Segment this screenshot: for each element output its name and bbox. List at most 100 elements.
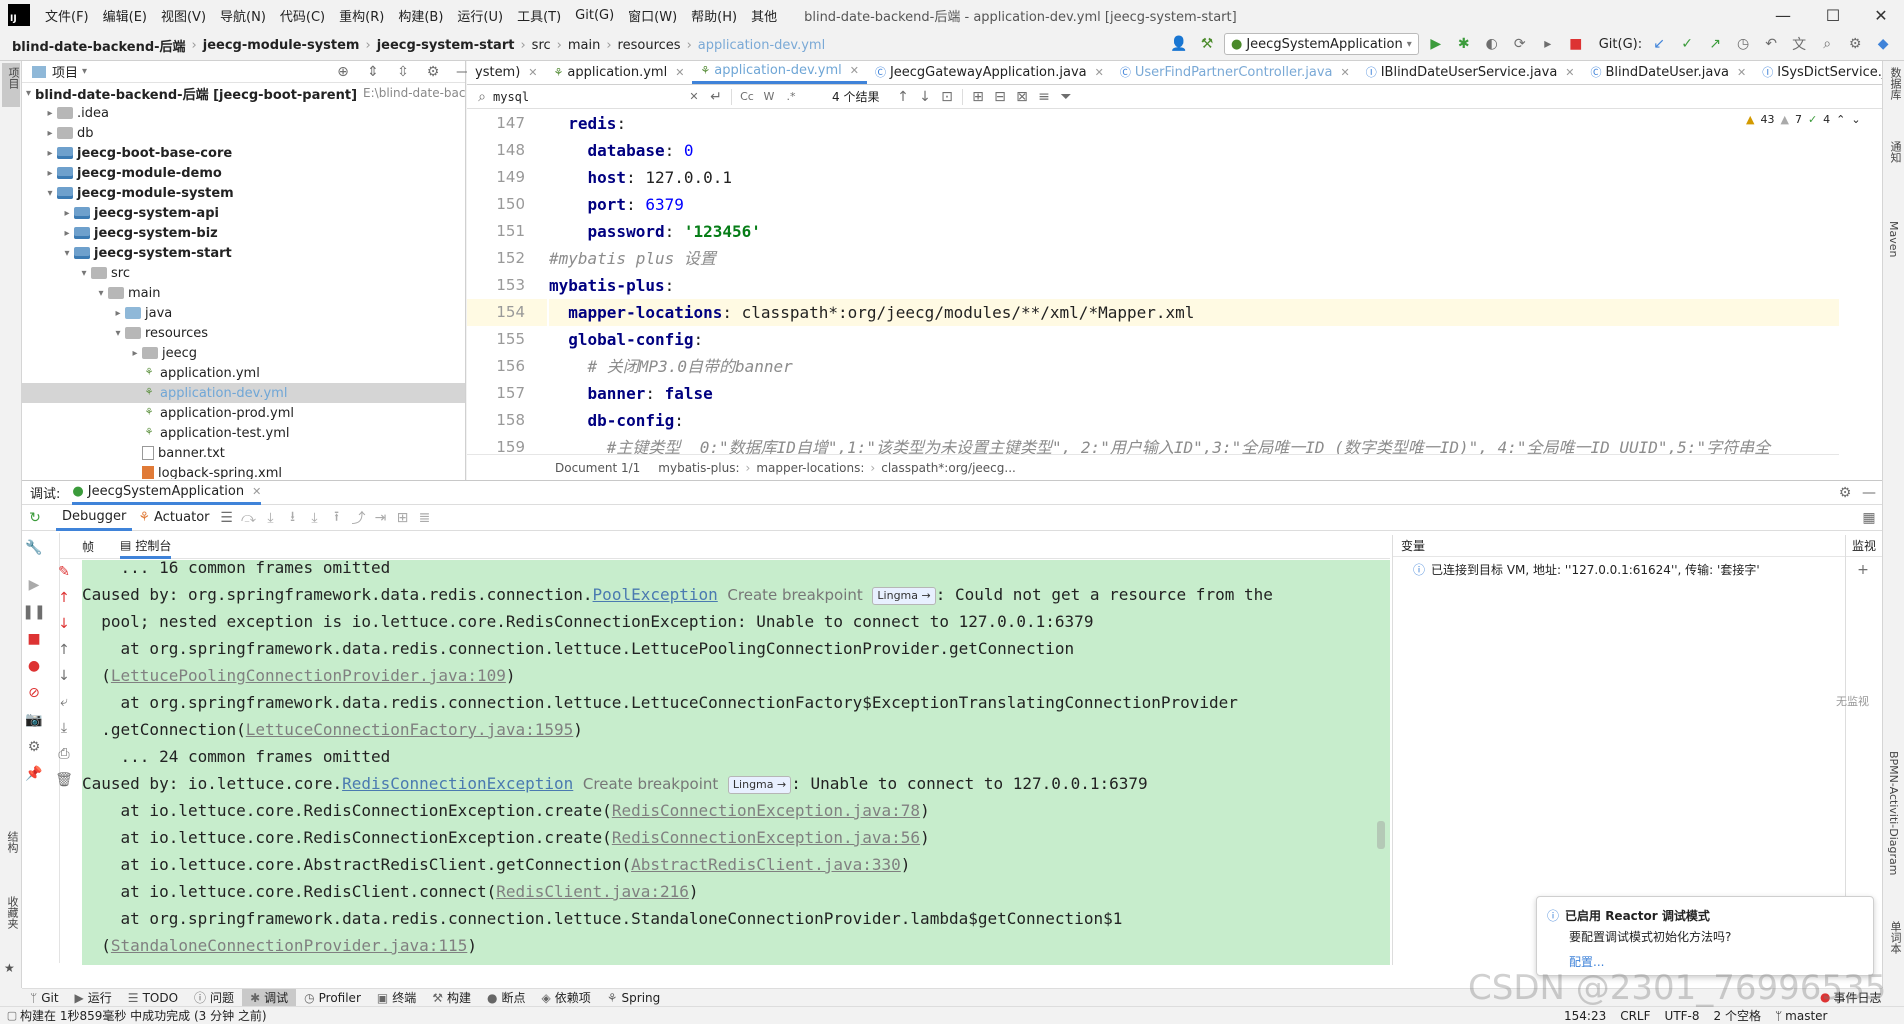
translate-icon[interactable]: 文	[1788, 33, 1810, 55]
collapse-all-icon[interactable]: ⇳	[392, 61, 414, 83]
bottom-tab[interactable]: ✱ 调试	[242, 989, 297, 1006]
wrench-icon[interactable]: 🔧	[23, 537, 45, 559]
editor-tab[interactable]: ystem) ✕	[467, 61, 546, 84]
stop-icon[interactable]: ■	[1565, 33, 1587, 55]
git-commit-icon[interactable]: ✓	[1676, 33, 1698, 55]
frames-tab[interactable]: 帧	[82, 538, 94, 555]
clear-search-icon[interactable]: ✕	[683, 86, 705, 108]
chevron-right-icon[interactable]: ▸	[43, 108, 57, 119]
tree-node[interactable]: ▾ jeecg-module-system	[22, 183, 465, 203]
bottom-tab[interactable]: ◈ 依赖项	[534, 989, 599, 1006]
line-separator[interactable]: CRLF	[1620, 1009, 1650, 1023]
console-scrollbar[interactable]	[1377, 821, 1385, 849]
word-tool-label[interactable]: 单词本	[1887, 921, 1903, 954]
editor-breadcrumb-item[interactable]: classpath*:org/jeecg...	[881, 461, 1016, 475]
settings-icon[interactable]: ⚙	[1844, 33, 1866, 55]
chevron-right-icon[interactable]: ▸	[43, 168, 57, 179]
options-gear-icon[interactable]: ⚙	[422, 61, 444, 83]
toggle-occurrences-icon[interactable]: ⊠	[1011, 86, 1033, 108]
stack-trace-link[interactable]: LettuceConnectionFactory.java:1595	[246, 720, 574, 739]
chevron-down-icon[interactable]: ▾	[82, 66, 87, 77]
down-icon[interactable]: ↓	[53, 665, 75, 687]
tree-node[interactable]: ⚘ application.yml	[22, 363, 465, 383]
chevron-down-icon[interactable]: ▾	[111, 328, 125, 339]
tree-node[interactable]: ▸ jeecg-boot-base-core	[22, 143, 465, 163]
bottom-tab[interactable]: ▣ 终端	[369, 989, 424, 1006]
menu-item[interactable]: 视图(V)	[154, 6, 213, 25]
settings-gear-icon[interactable]: ⚙	[1834, 482, 1856, 504]
editor-breadcrumb-item[interactable]: mybatis-plus:	[658, 461, 739, 475]
menu-item[interactable]: 构建(B)	[391, 6, 450, 25]
tree-node[interactable]: ▸ .idea	[22, 103, 465, 123]
locate-file-icon[interactable]: ⊕	[332, 61, 354, 83]
chevron-down-icon[interactable]: ▾	[43, 188, 57, 199]
stack-trace-link[interactable]: AbstractRedisClient.java:330	[631, 855, 901, 874]
menu-item[interactable]: 运行(U)	[450, 6, 510, 25]
scroll-to-end-icon[interactable]: ⤓	[53, 717, 75, 739]
menu-item[interactable]: 重构(R)	[332, 6, 391, 25]
menu-item[interactable]: 帮助(H)	[684, 6, 744, 25]
up-icon[interactable]: ↑	[53, 639, 75, 661]
bottom-tab[interactable]: ⚒ 构建	[424, 989, 479, 1006]
print-icon[interactable]: ⎙	[53, 743, 75, 765]
inspection-widget[interactable]: ▲ 43 ▲ 7 ✓ 4 ⌃ ⌄	[1742, 113, 1865, 126]
bottom-tab[interactable]: ◷ Profiler	[296, 991, 369, 1005]
menu-item[interactable]: 编辑(E)	[96, 6, 154, 25]
tree-node[interactable]: ▸ jeecg-module-demo	[22, 163, 465, 183]
chevron-down-icon[interactable]: ⌄	[1851, 113, 1860, 126]
notifications-tool-label[interactable]: 通知	[1887, 141, 1903, 163]
chevron-right-icon[interactable]: ▸	[128, 348, 142, 359]
tree-node[interactable]: ▸ java	[22, 303, 465, 323]
stack-trace-link[interactable]: PoolException	[593, 585, 718, 604]
close-tab-icon[interactable]: ✕	[1095, 66, 1104, 79]
editor-tab[interactable]: ⚘ application.yml ✕	[546, 61, 693, 84]
whole-word-icon[interactable]: W	[758, 86, 780, 108]
resume-icon[interactable]: ▶	[23, 574, 45, 596]
chevron-down-icon[interactable]: ▾	[60, 248, 74, 259]
tree-root[interactable]: ▾ blind-date-backend-后端 [jeecg-boot-pare…	[22, 83, 465, 103]
tree-node[interactable]: ▾ main	[22, 283, 465, 303]
hide-panel-icon[interactable]: —	[1858, 482, 1880, 504]
git-branch[interactable]: ᛘ master	[1775, 1009, 1828, 1023]
editor-tab[interactable]: Ⓒ JeecgGatewayApplication.java ✕	[867, 61, 1112, 84]
edit-icon[interactable]: ✎	[53, 561, 75, 583]
next-occurrence-icon[interactable]: ↓	[914, 86, 936, 108]
tree-node[interactable]: ▸ jeecg	[22, 343, 465, 363]
newline-icon[interactable]: ↵	[705, 86, 727, 108]
add-occurrence-icon[interactable]: ⊞	[967, 86, 989, 108]
rollback-icon[interactable]: ↶	[1760, 33, 1782, 55]
maven-tool-label[interactable]: Maven	[1887, 221, 1900, 257]
camera-icon[interactable]: 📷	[23, 709, 45, 731]
drop-frame-icon[interactable]: ⤴	[348, 507, 370, 529]
up-icon[interactable]: ↑	[53, 587, 75, 609]
debugger-tab[interactable]: Debugger	[56, 505, 133, 531]
breadcrumb-item[interactable]: main	[564, 38, 604, 53]
search-everywhere-icon[interactable]: ⌕	[1816, 33, 1838, 55]
force-step-into-icon[interactable]: ⤓	[304, 507, 326, 529]
close-tab-icon[interactable]: ✕	[1565, 66, 1574, 79]
caret-position[interactable]: 154:23	[1564, 1009, 1606, 1023]
coverage-icon[interactable]: ◐	[1481, 33, 1503, 55]
more-run-icon[interactable]: ▸	[1537, 33, 1559, 55]
mute-breakpoints-icon[interactable]: ⊘	[23, 682, 45, 704]
pin-icon[interactable]: 📌	[23, 763, 45, 785]
run-to-cursor-icon[interactable]: ⇥	[370, 507, 392, 529]
step-out-icon[interactable]: ⭱	[326, 507, 348, 529]
breadcrumb-item[interactable]: blind-date-backend-后端	[8, 36, 190, 55]
tree-node[interactable]: ▾ jeecg-system-start	[22, 243, 465, 263]
actuator-tab[interactable]: ⚘ Actuator	[132, 505, 215, 531]
step-over-icon[interactable]: ⤓	[260, 507, 282, 529]
minimize-button[interactable]: —	[1760, 0, 1806, 30]
close-tab-icon[interactable]: ✕	[1737, 66, 1746, 79]
stack-trace-link[interactable]: RedisClient.java:216	[496, 882, 689, 901]
tree-node[interactable]: banner.txt	[22, 443, 465, 463]
git-push-icon[interactable]: ↗	[1704, 33, 1726, 55]
run-config-select[interactable]: ● JeecgSystemApplication ▾	[1224, 33, 1419, 55]
select-all-occurrences-icon[interactable]: ⊡	[936, 86, 958, 108]
breadcrumb-item[interactable]: src	[528, 38, 555, 53]
previous-occurrence-icon[interactable]: ↑	[892, 86, 914, 108]
chevron-up-icon[interactable]: ⌃	[1836, 113, 1845, 126]
menu-item[interactable]: 代码(C)	[273, 6, 332, 25]
evaluate-icon[interactable]: ⊞	[392, 507, 414, 529]
close-tab-icon[interactable]: ✕	[528, 66, 537, 79]
